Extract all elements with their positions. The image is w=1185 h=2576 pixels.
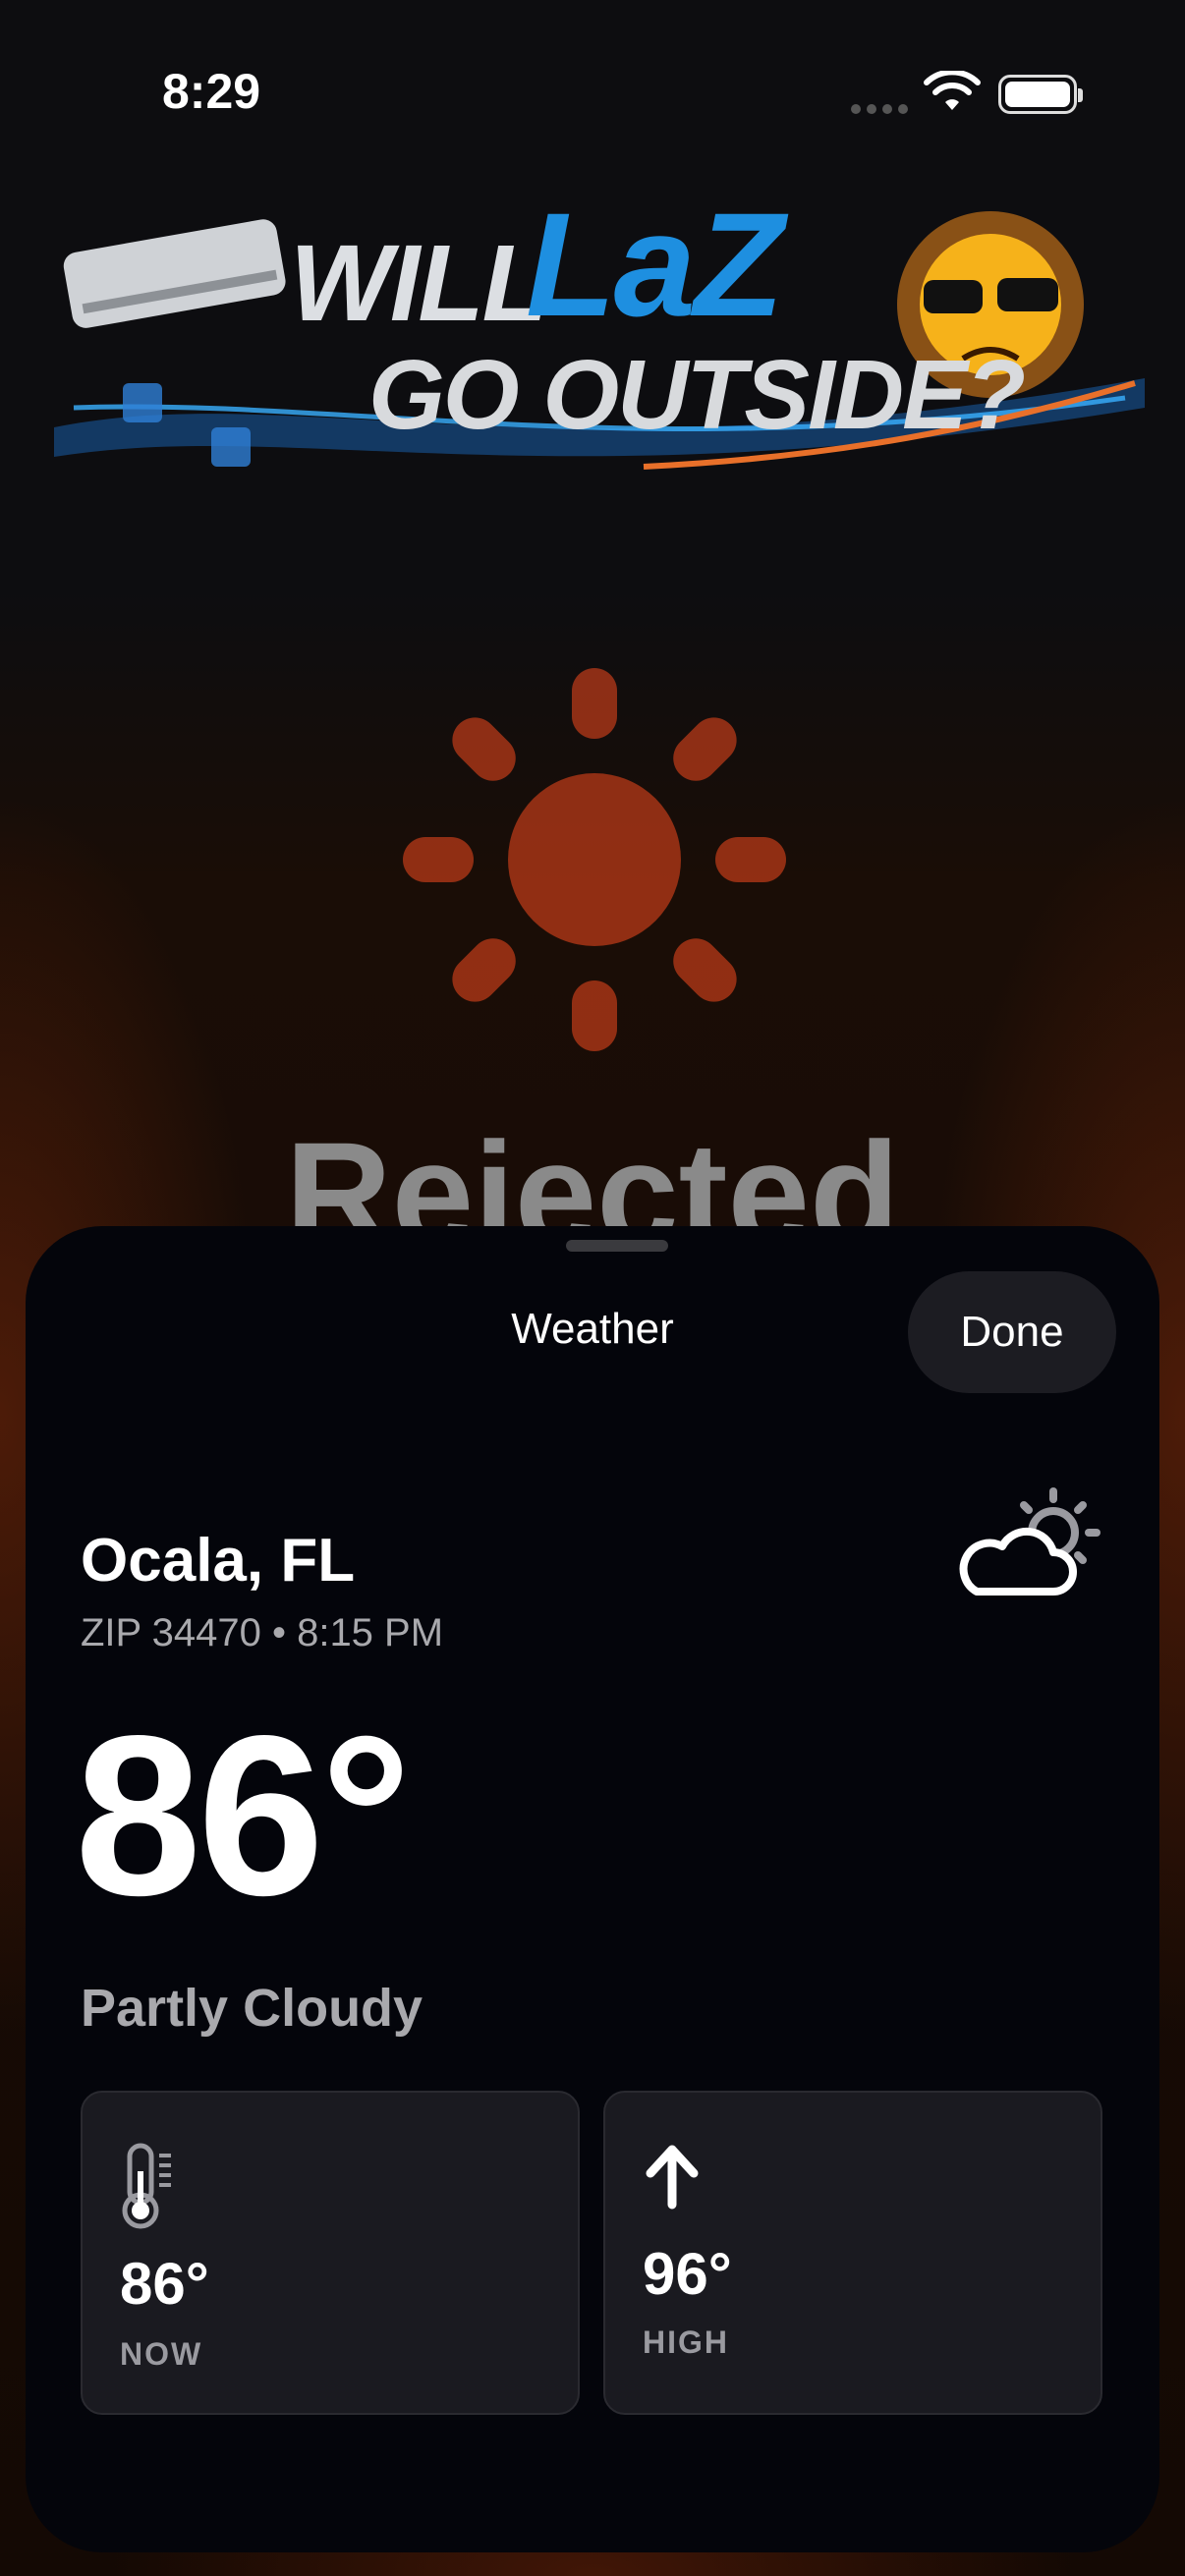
logo-text-laz: LaZ bbox=[526, 182, 784, 347]
cellular-signal-icon bbox=[851, 104, 908, 114]
high-value: 96° bbox=[643, 2241, 732, 2307]
app-logo: WILL LaZ GO OUTSIDE? bbox=[54, 172, 1145, 506]
current-temperature: 86° bbox=[75, 1689, 412, 1943]
wifi-icon bbox=[924, 71, 981, 110]
arrow-up-icon bbox=[646, 2145, 699, 2210]
logo-text-will: WILL bbox=[290, 223, 548, 344]
now-label: NOW bbox=[120, 2336, 203, 2372]
status-bar: 8:29 bbox=[0, 0, 1185, 196]
battery-icon bbox=[998, 75, 1083, 114]
sun-icon bbox=[403, 668, 786, 1051]
done-button[interactable]: Done bbox=[908, 1271, 1116, 1393]
high-label: HIGH bbox=[643, 2324, 729, 2360]
city-name: Ocala, FL bbox=[81, 1527, 356, 1595]
stat-card-now: 86° NOW bbox=[81, 2091, 580, 2415]
zip-time-subtitle: ZIP 34470 • 8:15 PM bbox=[81, 1611, 444, 1654]
condition-text: Partly Cloudy bbox=[81, 1979, 423, 2038]
sheet-grabber[interactable] bbox=[566, 1240, 668, 1252]
thermometer-icon bbox=[122, 2143, 171, 2229]
logo-text-go-outside: GO OUTSIDE? bbox=[368, 340, 1026, 450]
now-value: 86° bbox=[120, 2251, 209, 2317]
weather-sheet: Weather Done Ocala, FL ZIP 34470 • 8:15 … bbox=[26, 1226, 1159, 2552]
stat-card-high: 96° HIGH bbox=[603, 2091, 1102, 2415]
status-time: 8:29 bbox=[162, 64, 261, 119]
partly-cloudy-night-icon bbox=[959, 1487, 1100, 1596]
